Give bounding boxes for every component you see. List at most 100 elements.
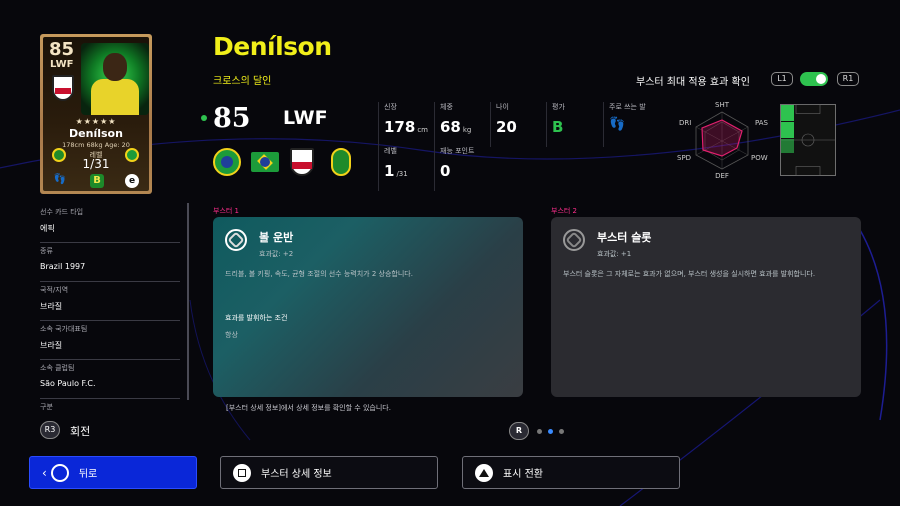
height-unit: cm: [417, 126, 428, 134]
sidebar-value: 브라질: [40, 341, 63, 350]
sidebar-item-type: 종류 Brazil 1997: [40, 243, 180, 282]
booster-note: [부스터 상세 정보]에서 상세 정보를 확인할 수 있습니다.: [226, 404, 391, 412]
height-label: 신장: [384, 103, 397, 111]
sidebar-item-nationality: 국적/지역 브라질: [40, 282, 180, 321]
sidebar-scrollbar[interactable]: [187, 203, 189, 400]
stat-weight: 체중 68 kg: [434, 102, 484, 147]
federation-badge-icon: [52, 148, 66, 162]
back-button[interactable]: ‹ 뒤로: [29, 456, 197, 489]
sidebar-value: 에픽: [40, 224, 55, 233]
sidebar-item-card-type: 선수 카드 타입 에픽: [40, 204, 180, 243]
cbf-badge-icon: [331, 148, 351, 176]
card-ovr: 85: [49, 39, 75, 60]
stat-rating: 평가 B: [546, 102, 596, 147]
page-dot-active[interactable]: [548, 429, 553, 434]
sidebar-value: São Paulo F.C.: [40, 379, 96, 388]
brazil-circle-flag-icon: [213, 148, 241, 176]
sidebar-item-national-team: 소속 국가대표팀 브라질: [40, 321, 180, 360]
l1-button[interactable]: L1: [771, 72, 793, 86]
page-dot[interactable]: [559, 429, 564, 434]
booster-1-title: 볼 운반: [259, 231, 294, 244]
player-name: Denílson: [213, 32, 332, 61]
stat-skill-points: 재능 포인트 0: [434, 146, 494, 191]
rotate-label: 회전: [70, 425, 91, 438]
skill-points-value: 0: [440, 162, 451, 180]
booster-max-toggle[interactable]: [800, 72, 828, 86]
radar-label-spd: SPD: [677, 154, 691, 162]
pos-lwf-cell: [781, 105, 794, 121]
foot-icon: 👣: [609, 117, 626, 132]
booster-1-panel[interactable]: 볼 운반 효과값: +2 드리블, 볼 키핑, 속도, 균형 조절의 선수 능력…: [213, 217, 523, 397]
stats-radar: SHT PAS POW DEF SPD DRI: [677, 101, 769, 180]
toggle-view-button[interactable]: 표시 전환: [462, 456, 680, 489]
page-dot[interactable]: [537, 429, 542, 434]
booster-2-effect: 효과값: +1: [597, 250, 632, 258]
player-photo: [81, 43, 149, 115]
booster-1-cond: 항상: [225, 331, 238, 339]
booster-2-title: 부스터 슬롯: [597, 231, 652, 244]
booster-slot-icon: [563, 229, 585, 251]
booster-2-panel[interactable]: 부스터 슬롯 효과값: +1 부스터 슬롯은 그 자체로는 효과가 없으며, 부…: [551, 217, 861, 397]
rating-label: 평가: [552, 103, 565, 111]
chevron-left-icon: ‹: [42, 465, 47, 480]
weight-unit: kg: [462, 126, 472, 134]
brazil-flag-icon: [251, 152, 279, 172]
brazil-ball-icon: [125, 148, 139, 162]
sao-paulo-crest-icon: [290, 148, 314, 176]
booster-2-desc: 부스터 슬롯은 그 자체로는 효과가 없으며, 부스터 생성을 실시하면 효과를…: [563, 270, 816, 278]
r1-button[interactable]: R1: [837, 72, 859, 86]
level-label: 레벨: [384, 147, 397, 155]
triangle-button-icon: [475, 463, 493, 482]
booster-details-label: 부스터 상세 정보: [261, 469, 332, 480]
radar-label-dri: DRI: [679, 119, 691, 127]
sidebar-value: 브라질: [40, 302, 63, 311]
sidebar-key: 소속 국가대표팀: [40, 325, 88, 333]
stat-age: 나이 20: [490, 102, 540, 147]
card-grade: B: [90, 174, 104, 188]
pos-lmf-cell: [781, 122, 794, 138]
booster-max-label: 부스터 최대 적용 효과 확인: [636, 77, 750, 88]
radar-label-def: DEF: [715, 172, 729, 180]
stat-foot: 주로 쓰는 발 👣: [603, 102, 663, 147]
booster-2-header: 부스터 2: [551, 207, 577, 215]
r-button[interactable]: R: [509, 422, 529, 440]
player-card: 85 LWF ★★★★★ Denílson 178cm 68kg Age: 20…: [40, 34, 152, 194]
booster-1-cond-title: 효과를 발휘하는 조건: [225, 314, 288, 322]
radar-label-sht: SHT: [715, 101, 730, 109]
sidebar-key: 선수 카드 타입: [40, 208, 84, 216]
sidebar-key: 소속 클럽팀: [40, 364, 75, 372]
player-ovr: 85: [213, 103, 251, 134]
rating-value: B: [552, 118, 564, 136]
toggle-view-label: 표시 전환: [503, 469, 543, 480]
booster-1-header: 부스터 1: [213, 207, 239, 215]
square-button-icon: [233, 463, 251, 482]
r3-button[interactable]: R3: [40, 421, 60, 439]
foot-label: 주로 쓰는 발: [609, 103, 646, 111]
efootball-logo-icon: e: [125, 174, 139, 188]
age-label: 나이: [496, 103, 509, 111]
skill-points-label: 재능 포인트: [440, 147, 475, 155]
stat-height: 신장 178 cm: [378, 102, 428, 147]
age-value: 20: [496, 118, 517, 136]
level-max: /31: [396, 170, 408, 178]
booster-details-button[interactable]: 부스터 상세 정보: [220, 456, 438, 489]
status-dot: [201, 115, 207, 121]
player-tag: 크로스의 달인: [213, 76, 272, 87]
player-position: LWF: [283, 107, 328, 129]
feet-icon: 👣: [53, 174, 67, 185]
level-value: 1: [384, 162, 395, 180]
sidebar-item-club: 소속 클럽팀 São Paulo F.C.: [40, 360, 180, 399]
weight-label: 체중: [440, 103, 453, 111]
radar-label-pas: PAS: [755, 119, 769, 127]
sidebar-value: Brazil 1997: [40, 262, 86, 271]
card-stars: ★★★★★: [75, 117, 117, 126]
booster-1-effect: 효과값: +2: [259, 250, 294, 258]
weight-value: 68: [440, 118, 461, 136]
sidebar-key: 종류: [40, 247, 53, 255]
booster-1-desc: 드리블, 볼 키핑, 속도, 균형 조절의 선수 능력치가 2 상승합니다.: [225, 270, 413, 278]
card-name: Denílson: [69, 127, 123, 140]
sidebar-item-category: 구분: [40, 399, 180, 438]
booster-icon: [225, 229, 247, 251]
circle-button-icon: [50, 463, 69, 482]
player-info-sidebar: 선수 카드 타입 에픽 종류 Brazil 1997 국적/지역 브라질 소속 …: [40, 204, 180, 438]
